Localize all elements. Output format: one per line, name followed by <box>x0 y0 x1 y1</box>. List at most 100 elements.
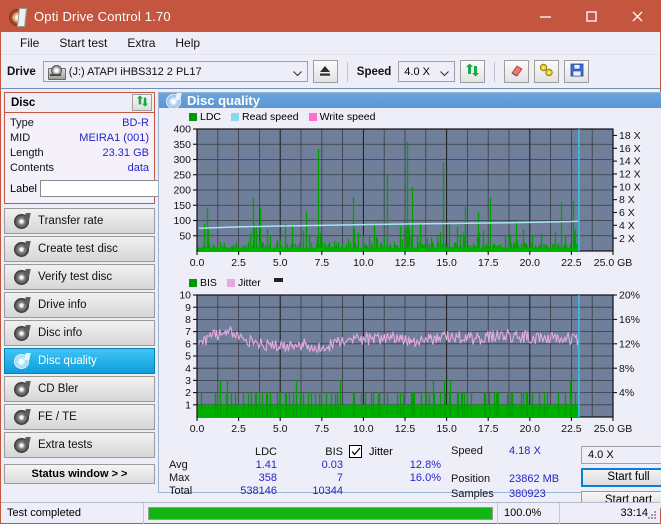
tools-button[interactable] <box>534 60 559 83</box>
disc-panel: Disc Type BD-R <box>4 92 155 204</box>
tools-icon <box>539 63 554 80</box>
disc-quality-icon <box>14 354 29 369</box>
drive-label: Drive <box>7 66 36 78</box>
close-icon[interactable] <box>614 1 660 32</box>
start-full-button[interactable]: Start full <box>581 468 661 487</box>
menu-file[interactable]: File <box>11 33 48 53</box>
erase-button[interactable] <box>504 60 529 83</box>
sidebar-item-label: Transfer rate <box>38 215 103 227</box>
sidebar-item-label: Drive info <box>38 299 87 311</box>
svg-text:100: 100 <box>173 215 191 227</box>
legend-item-bis: BIS <box>189 277 217 289</box>
sidebar-item-extra-tests[interactable]: Extra tests <box>4 432 155 458</box>
speed-select[interactable]: 4.0 X <box>398 61 455 82</box>
disc-row-value: MEIRA1 (001) <box>79 131 149 146</box>
stats-total-ldc: 538146 <box>207 485 277 497</box>
chart-bottom[interactable]: 1098765432120%16%12%8%4%0.02.55.07.510.0… <box>161 289 661 441</box>
legend-item-read-speed: Read speed <box>231 111 299 123</box>
status-window-button[interactable]: Status window > > <box>4 464 155 484</box>
svg-text:1: 1 <box>185 399 191 411</box>
stats-samples-key: Samples <box>451 488 509 500</box>
legend-label: LDC <box>200 111 221 123</box>
sidebar-item-fe-te[interactable]: FE / TE <box>4 404 155 430</box>
chevron-down-icon <box>293 68 302 80</box>
chart-top[interactable]: 4003503002502001501005018 X16 X14 X12 X1… <box>161 123 661 275</box>
minimize-icon[interactable] <box>522 1 568 32</box>
disc-bler-icon <box>14 382 29 397</box>
sidebar-item-verify-test-disc[interactable]: Verify test disc <box>4 264 155 290</box>
chart-resize-handle[interactable] <box>274 278 283 282</box>
stats-header-jitter: Jitter <box>369 446 393 458</box>
disc-row-contents: Contents data <box>10 161 149 176</box>
disc-panel-title: Disc <box>11 97 35 109</box>
sidebar-item-label: Extra tests <box>38 439 92 451</box>
sidebar-item-drive-info[interactable]: Drive info <box>4 292 155 318</box>
stats-avg-jitter: 12.8% <box>363 459 441 471</box>
speed-label: Speed <box>357 66 392 78</box>
sidebar-item-label: Disc info <box>38 327 82 339</box>
app-window: Opti Drive Control 1.70 File Start test … <box>0 0 661 524</box>
stats-area: LDC BIS Jitter Avg 1.41 0.03 <box>161 441 661 509</box>
sidebar-item-cd-bler[interactable]: CD Bler <box>4 376 155 402</box>
menu-start-test[interactable]: Start test <box>50 33 116 53</box>
stats-position-value: 23862 MB <box>509 473 559 485</box>
app-disc-icon <box>9 8 27 26</box>
progress-percent: 100.0% <box>498 503 560 524</box>
svg-text:10.0: 10.0 <box>353 423 374 435</box>
menu-extra[interactable]: Extra <box>118 33 164 53</box>
disc-row-length: Length 23.31 GB <box>10 146 149 161</box>
progress-cell <box>144 503 498 524</box>
sidebar-item-disc-info[interactable]: Disc info <box>4 320 155 346</box>
chart-top-legend: LDC Read speed Write speed <box>189 110 661 123</box>
disc-transfer-icon <box>14 214 29 229</box>
refresh-button[interactable] <box>460 60 485 83</box>
svg-text:10 X: 10 X <box>619 181 641 193</box>
sidebar: Disc Type BD-R <box>1 89 158 493</box>
test-speed-select[interactable]: 4.0 X <box>581 446 661 464</box>
resize-grip-icon[interactable] <box>647 510 657 520</box>
stats-max-bis: 7 <box>277 472 343 484</box>
disc-drive-icon <box>14 298 29 313</box>
maximize-icon[interactable] <box>568 1 614 32</box>
svg-text:8: 8 <box>185 314 191 326</box>
drive-icon <box>48 65 64 79</box>
disc-info-icon <box>14 326 29 341</box>
drive-select[interactable]: (J:) ATAPI iHBS312 2 PL17 <box>43 61 308 82</box>
legend-item-jitter: Jitter <box>227 277 261 289</box>
svg-text:400: 400 <box>173 124 191 136</box>
sidebar-item-create-test-disc[interactable]: Create test disc <box>4 236 155 262</box>
stats-avg-bis: 0.03 <box>277 459 343 471</box>
menu-help[interactable]: Help <box>166 33 209 53</box>
window-controls <box>522 1 660 32</box>
svg-text:5: 5 <box>185 351 191 363</box>
legend-label: Read speed <box>242 111 299 123</box>
svg-text:25.0 GB: 25.0 GB <box>594 423 633 435</box>
legend-label: Jitter <box>238 277 261 289</box>
disc-row-key: Type <box>10 116 34 131</box>
jitter-checkbox[interactable] <box>349 445 362 458</box>
stats-speed-value: 4.18 X <box>509 445 541 457</box>
disc-refresh-button[interactable] <box>132 94 152 111</box>
svg-text:15.0: 15.0 <box>436 257 457 269</box>
save-button[interactable] <box>564 60 589 83</box>
svg-text:12.5: 12.5 <box>395 257 416 269</box>
sidebar-item-transfer-rate[interactable]: Transfer rate <box>4 208 155 234</box>
svg-text:16%: 16% <box>619 314 640 326</box>
disc-create-icon <box>14 242 29 257</box>
svg-text:5.0: 5.0 <box>273 423 288 435</box>
legend-swatch <box>231 113 239 121</box>
stats-speed-key: Speed <box>451 445 509 457</box>
svg-text:8 X: 8 X <box>619 194 635 206</box>
stats-row-key: Avg <box>161 459 207 471</box>
svg-text:4%: 4% <box>619 387 634 399</box>
disc-panel-header: Disc <box>5 93 154 113</box>
stats-avg-ldc: 1.41 <box>207 459 277 471</box>
panel-header: Disc quality <box>159 93 661 108</box>
sidebar-item-disc-quality[interactable]: Disc quality <box>4 348 155 374</box>
svg-text:20.0: 20.0 <box>520 423 541 435</box>
svg-text:350: 350 <box>173 139 191 151</box>
legend-swatch <box>189 279 197 287</box>
toolbar-divider <box>494 62 495 82</box>
stats-row-key: Total <box>161 485 207 497</box>
eject-button[interactable] <box>313 60 338 83</box>
